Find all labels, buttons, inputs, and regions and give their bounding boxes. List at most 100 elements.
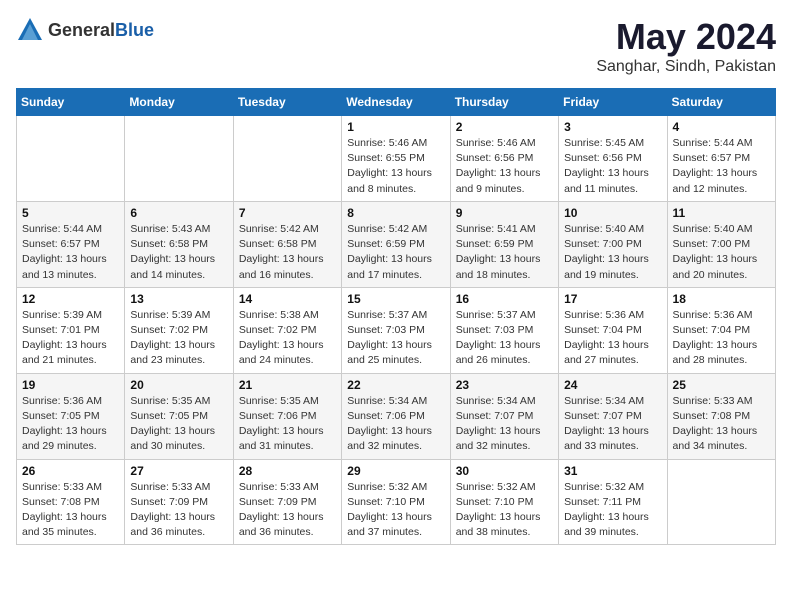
calendar-cell: 4 Sunrise: 5:44 AMSunset: 6:57 PMDaylight…: [667, 116, 775, 202]
day-info: Sunrise: 5:32 AMSunset: 7:10 PMDaylight:…: [347, 480, 444, 541]
day-info: Sunrise: 5:36 AMSunset: 7:05 PMDaylight:…: [22, 394, 119, 455]
calendar-cell: 16 Sunrise: 5:37 AMSunset: 7:03 PMDayligh…: [450, 287, 558, 373]
calendar-cell: 30Sunrise: 5:32 AMSunset: 7:10 PMDayligh…: [450, 459, 558, 545]
logo: GeneralBlue: [16, 16, 154, 44]
calendar-title: May 2024: [596, 16, 776, 58]
day-number: 10: [564, 206, 661, 220]
day-number: 2: [456, 120, 553, 134]
day-info: Sunrise: 5:33 AMSunset: 7:08 PMDaylight:…: [673, 394, 770, 455]
calendar-cell: 19 Sunrise: 5:36 AMSunset: 7:05 PMDayligh…: [17, 373, 125, 459]
calendar-subtitle: Sanghar, Sindh, Pakistan: [596, 58, 776, 76]
day-number: 28: [239, 464, 336, 478]
calendar-cell: 31Sunrise: 5:32 AMSunset: 7:11 PMDayligh…: [559, 459, 667, 545]
calendar-week-row: 1 Sunrise: 5:46 AMSunset: 6:55 PMDaylight…: [17, 116, 776, 202]
day-number: 16: [456, 292, 553, 306]
calendar-cell: 9Sunrise: 5:41 AMSunset: 6:59 PMDaylight…: [450, 201, 558, 287]
calendar-week-row: 26 Sunrise: 5:33 AMSunset: 7:08 PMDayligh…: [17, 459, 776, 545]
day-info: Sunrise: 5:34 AMSunset: 7:06 PMDaylight:…: [347, 394, 444, 455]
calendar-cell: 25 Sunrise: 5:33 AMSunset: 7:08 PMDayligh…: [667, 373, 775, 459]
day-number: 22: [347, 378, 444, 392]
calendar-cell: 10Sunrise: 5:40 AMSunset: 7:00 PMDayligh…: [559, 201, 667, 287]
calendar-cell: 11 Sunrise: 5:40 AMSunset: 7:00 PMDayligh…: [667, 201, 775, 287]
calendar-cell: 20Sunrise: 5:35 AMSunset: 7:05 PMDayligh…: [125, 373, 233, 459]
weekday-header: Tuesday: [233, 89, 341, 116]
day-info: Sunrise: 5:46 AMSunset: 6:55 PMDaylight:…: [347, 136, 444, 197]
day-number: 23: [456, 378, 553, 392]
calendar-cell: [233, 116, 341, 202]
calendar-cell: 3 Sunrise: 5:45 AMSunset: 6:56 PMDaylight…: [559, 116, 667, 202]
calendar-cell: 12 Sunrise: 5:39 AMSunset: 7:01 PMDayligh…: [17, 287, 125, 373]
logo-icon: [16, 16, 44, 44]
day-number: 13: [130, 292, 227, 306]
calendar-cell: 1 Sunrise: 5:46 AMSunset: 6:55 PMDaylight…: [342, 116, 450, 202]
calendar-cell: 23Sunrise: 5:34 AMSunset: 7:07 PMDayligh…: [450, 373, 558, 459]
day-info: Sunrise: 5:44 AMSunset: 6:57 PMDaylight:…: [22, 222, 119, 283]
calendar-cell: 28Sunrise: 5:33 AMSunset: 7:09 PMDayligh…: [233, 459, 341, 545]
day-info: Sunrise: 5:36 AMSunset: 7:04 PMDaylight:…: [564, 308, 661, 369]
calendar-cell: 7 Sunrise: 5:42 AMSunset: 6:58 PMDaylight…: [233, 201, 341, 287]
day-info: Sunrise: 5:39 AMSunset: 7:01 PMDaylight:…: [22, 308, 119, 369]
calendar-cell: 15Sunrise: 5:37 AMSunset: 7:03 PMDayligh…: [342, 287, 450, 373]
day-number: 3: [564, 120, 661, 134]
calendar-cell: 24 Sunrise: 5:34 AMSunset: 7:07 PMDayligh…: [559, 373, 667, 459]
day-info: Sunrise: 5:35 AMSunset: 7:06 PMDaylight:…: [239, 394, 336, 455]
day-info: Sunrise: 5:39 AMSunset: 7:02 PMDaylight:…: [130, 308, 227, 369]
calendar-week-row: 5Sunrise: 5:44 AMSunset: 6:57 PMDaylight…: [17, 201, 776, 287]
logo-text: GeneralBlue: [48, 20, 154, 41]
day-number: 29: [347, 464, 444, 478]
day-info: Sunrise: 5:34 AMSunset: 7:07 PMDaylight:…: [564, 394, 661, 455]
day-number: 26: [22, 464, 119, 478]
day-info: Sunrise: 5:40 AMSunset: 7:00 PMDaylight:…: [673, 222, 770, 283]
weekday-header: Saturday: [667, 89, 775, 116]
day-number: 21: [239, 378, 336, 392]
weekday-header: Monday: [125, 89, 233, 116]
logo-blue: Blue: [115, 20, 154, 40]
weekday-header: Wednesday: [342, 89, 450, 116]
day-info: Sunrise: 5:42 AMSunset: 6:58 PMDaylight:…: [239, 222, 336, 283]
calendar-cell: 13 Sunrise: 5:39 AMSunset: 7:02 PMDayligh…: [125, 287, 233, 373]
calendar-table: SundayMondayTuesdayWednesdayThursdayFrid…: [16, 88, 776, 545]
day-info: Sunrise: 5:33 AMSunset: 7:09 PMDaylight:…: [130, 480, 227, 541]
calendar-cell: 27 Sunrise: 5:33 AMSunset: 7:09 PMDayligh…: [125, 459, 233, 545]
weekday-header: Friday: [559, 89, 667, 116]
calendar-cell: 22 Sunrise: 5:34 AMSunset: 7:06 PMDayligh…: [342, 373, 450, 459]
day-info: Sunrise: 5:37 AMSunset: 7:03 PMDaylight:…: [456, 308, 553, 369]
day-info: Sunrise: 5:37 AMSunset: 7:03 PMDaylight:…: [347, 308, 444, 369]
day-number: 9: [456, 206, 553, 220]
day-number: 4: [673, 120, 770, 134]
day-number: 31: [564, 464, 661, 478]
day-info: Sunrise: 5:35 AMSunset: 7:05 PMDaylight:…: [130, 394, 227, 455]
day-info: Sunrise: 5:33 AMSunset: 7:08 PMDaylight:…: [22, 480, 119, 541]
day-number: 19: [22, 378, 119, 392]
day-info: Sunrise: 5:38 AMSunset: 7:02 PMDaylight:…: [239, 308, 336, 369]
calendar-cell: 6Sunrise: 5:43 AMSunset: 6:58 PMDaylight…: [125, 201, 233, 287]
calendar-cell: 14 Sunrise: 5:38 AMSunset: 7:02 PMDayligh…: [233, 287, 341, 373]
day-number: 12: [22, 292, 119, 306]
calendar-cell: 17Sunrise: 5:36 AMSunset: 7:04 PMDayligh…: [559, 287, 667, 373]
day-info: Sunrise: 5:45 AMSunset: 6:56 PMDaylight:…: [564, 136, 661, 197]
logo-general: General: [48, 20, 115, 40]
calendar-cell: 8Sunrise: 5:42 AMSunset: 6:59 PMDaylight…: [342, 201, 450, 287]
day-info: Sunrise: 5:32 AMSunset: 7:10 PMDaylight:…: [456, 480, 553, 541]
day-number: 11: [673, 206, 770, 220]
weekday-header: Sunday: [17, 89, 125, 116]
calendar-cell: [667, 459, 775, 545]
page-header: GeneralBlue May 2024 Sanghar, Sindh, Pak…: [16, 16, 776, 76]
calendar-cell: 2 Sunrise: 5:46 AMSunset: 6:56 PMDaylight…: [450, 116, 558, 202]
day-number: 18: [673, 292, 770, 306]
day-number: 24: [564, 378, 661, 392]
day-info: Sunrise: 5:43 AMSunset: 6:58 PMDaylight:…: [130, 222, 227, 283]
day-number: 14: [239, 292, 336, 306]
calendar-cell: 29 Sunrise: 5:32 AMSunset: 7:10 PMDayligh…: [342, 459, 450, 545]
day-number: 25: [673, 378, 770, 392]
calendar-cell: 26 Sunrise: 5:33 AMSunset: 7:08 PMDayligh…: [17, 459, 125, 545]
day-info: Sunrise: 5:44 AMSunset: 6:57 PMDaylight:…: [673, 136, 770, 197]
calendar-cell: [125, 116, 233, 202]
day-number: 7: [239, 206, 336, 220]
calendar-cell: 18Sunrise: 5:36 AMSunset: 7:04 PMDayligh…: [667, 287, 775, 373]
day-number: 27: [130, 464, 227, 478]
day-number: 1: [347, 120, 444, 134]
calendar-cell: 21 Sunrise: 5:35 AMSunset: 7:06 PMDayligh…: [233, 373, 341, 459]
calendar-week-row: 12 Sunrise: 5:39 AMSunset: 7:01 PMDayligh…: [17, 287, 776, 373]
day-info: Sunrise: 5:46 AMSunset: 6:56 PMDaylight:…: [456, 136, 553, 197]
